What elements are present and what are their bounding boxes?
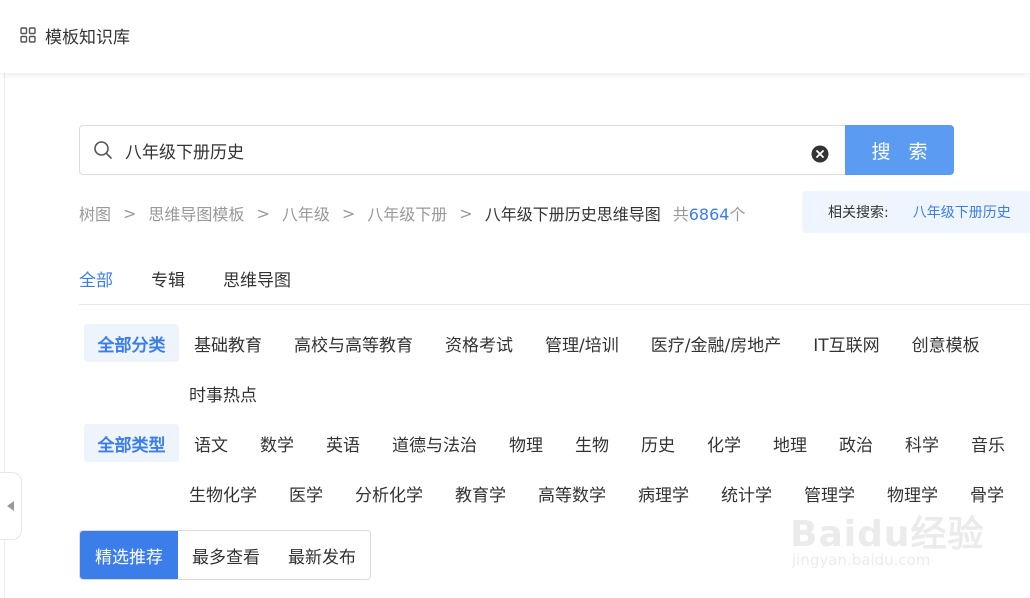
- result-count: 共6864个: [673, 201, 746, 225]
- breadcrumb-item[interactable]: 八年级下册: [367, 201, 447, 225]
- related-search: 相关搜索: 八年级下册历史: [802, 191, 1030, 233]
- watermark-logo: Baidu经验 jingyan.baidu.com: [790, 505, 990, 580]
- breadcrumb-separator: >: [459, 203, 473, 223]
- type-item[interactable]: 高等数学: [538, 481, 606, 506]
- brand[interactable]: 模板知识库: [20, 22, 130, 48]
- type-item[interactable]: 物理: [509, 431, 543, 456]
- search-input[interactable]: [125, 140, 785, 160]
- result-count-prefix: 共: [672, 205, 689, 224]
- tab-all[interactable]: 全部: [79, 266, 113, 291]
- tab-albums[interactable]: 专辑: [151, 266, 185, 291]
- category-filter-all[interactable]: 全部分类: [84, 324, 179, 362]
- type-item[interactable]: 生物化学: [189, 481, 257, 506]
- category-item[interactable]: 管理/培训: [545, 331, 619, 356]
- type-item[interactable]: 骨学: [970, 481, 1004, 506]
- sort-newest-button[interactable]: 最新发布: [274, 531, 370, 579]
- category-item[interactable]: 资格考试: [445, 331, 513, 356]
- type-item[interactable]: 历史: [641, 431, 675, 456]
- type-item[interactable]: 物理学: [887, 481, 938, 506]
- type-item[interactable]: 地理: [773, 431, 807, 456]
- result-count-number: 6864: [688, 205, 730, 224]
- related-search-link[interactable]: 八年级下册历史: [913, 202, 1011, 222]
- category-item[interactable]: 创意模板: [912, 331, 980, 356]
- category-item[interactable]: 医疗/金融/房地产: [651, 331, 781, 356]
- search-box: [79, 125, 845, 175]
- search-button[interactable]: 搜 索: [845, 125, 954, 175]
- app-title: 模板知识库: [45, 27, 130, 48]
- sort-toggle-group: 精选推荐 最多查看 最新发布: [79, 530, 371, 580]
- type-item[interactable]: 音乐: [971, 431, 1005, 456]
- caret-left-icon: [6, 501, 14, 511]
- breadcrumb-separator: >: [341, 203, 356, 223]
- result-count-suffix: 个: [729, 205, 746, 224]
- type-item[interactable]: 统计学: [721, 481, 772, 506]
- top-bar: 模板知识库: [0, 0, 1030, 73]
- type-item[interactable]: 管理学: [804, 481, 855, 506]
- type-filter-row: 全部类型 语文 数学 英语 道德与法治 物理 生物 历史 化学 地理 政治 科学…: [79, 424, 1030, 462]
- type-item[interactable]: 科学: [905, 431, 939, 456]
- type-item[interactable]: 生物: [575, 431, 609, 456]
- search-icon: [94, 141, 112, 159]
- breadcrumb-separator: >: [123, 203, 137, 223]
- category-item[interactable]: 时事热点: [189, 381, 257, 406]
- clear-icon[interactable]: [811, 145, 829, 163]
- category-item[interactable]: IT互联网: [813, 331, 879, 356]
- type-item[interactable]: 英语: [326, 431, 360, 456]
- category-item[interactable]: 高校与高等教育: [294, 331, 413, 356]
- type-item[interactable]: 病理学: [638, 481, 689, 506]
- content-tabs: 全部 专辑 思维导图: [79, 266, 329, 291]
- type-item[interactable]: 化学: [707, 431, 741, 456]
- sort-featured-button[interactable]: 精选推荐: [80, 531, 178, 579]
- type-item[interactable]: 教育学: [455, 481, 506, 506]
- watermark-main: Baidu经验: [790, 514, 985, 555]
- type-item[interactable]: 语文: [194, 431, 228, 456]
- type-item[interactable]: 政治: [839, 431, 873, 456]
- breadcrumb-item[interactable]: 思维导图模板: [148, 201, 244, 225]
- type-item[interactable]: 医学: [289, 481, 323, 506]
- tab-mindmaps[interactable]: 思维导图: [223, 266, 291, 291]
- tabs-divider: [79, 304, 1030, 305]
- category-item[interactable]: 基础教育: [194, 331, 262, 356]
- breadcrumb: 树图 > 思维导图模板 > 八年级 > 八年级下册 > 八年级下册历史思维导图 …: [79, 201, 745, 225]
- type-item[interactable]: 数学: [260, 431, 294, 456]
- grid-icon: [20, 27, 36, 43]
- category-filter-row-2: 时事热点: [79, 374, 257, 412]
- related-search-label: 相关搜索:: [828, 205, 889, 221]
- breadcrumb-current: 八年级下册历史思维导图: [484, 205, 661, 224]
- breadcrumb-item[interactable]: 树图: [79, 201, 111, 225]
- watermark-sub: jingyan.baidu.com: [792, 551, 931, 569]
- type-item[interactable]: 道德与法治: [392, 431, 477, 456]
- type-filter-all[interactable]: 全部类型: [84, 424, 179, 462]
- sort-most-viewed-button[interactable]: 最多查看: [178, 531, 274, 579]
- collapse-sidebar-button[interactable]: [0, 472, 22, 540]
- breadcrumb-separator: >: [256, 203, 270, 223]
- breadcrumb-item[interactable]: 八年级: [282, 201, 330, 225]
- category-filter-row: 全部分类 基础教育 高校与高等教育 资格考试 管理/培训 医疗/金融/房地产 I…: [79, 324, 1012, 362]
- type-item[interactable]: 分析化学: [355, 481, 423, 506]
